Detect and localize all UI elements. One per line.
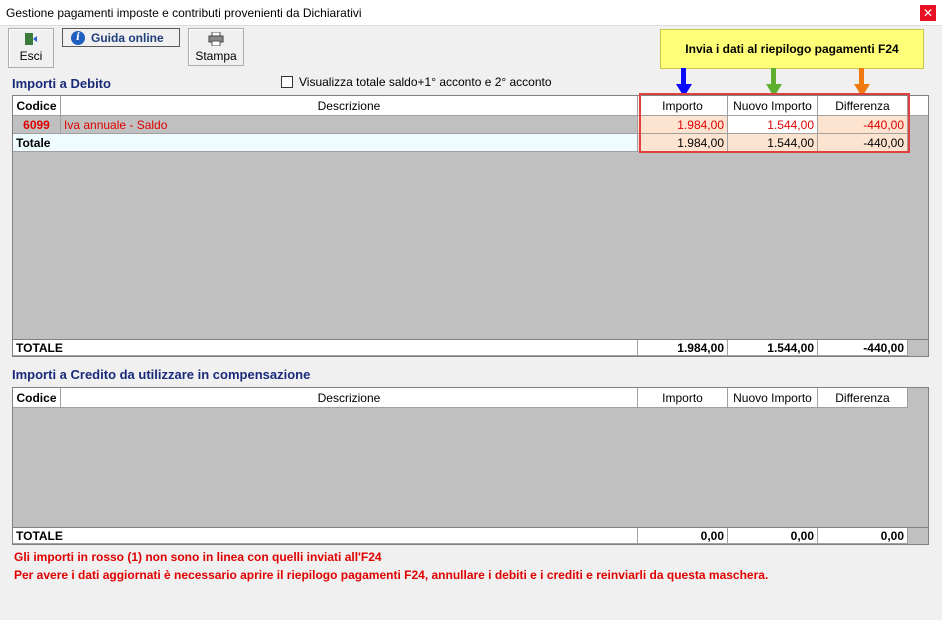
close-icon[interactable]: ✕ (920, 5, 936, 21)
credit-total-amount: 0,00 (638, 528, 728, 544)
row-code: 6099 (13, 116, 61, 134)
show-totals-checkbox[interactable] (281, 76, 293, 88)
subtotal-label: Totale (13, 134, 638, 152)
exit-button[interactable]: Esci (8, 28, 54, 68)
credit-section-title: Importi a Credito da utilizzare in compe… (12, 367, 311, 382)
print-button[interactable]: Stampa (188, 28, 244, 66)
print-label: Stampa (195, 49, 237, 63)
title-bar: Gestione pagamenti imposte e contributi … (0, 0, 942, 26)
footer-filler (908, 340, 928, 356)
row-description: Iva annuale - Saldo (61, 116, 638, 134)
send-to-f24-button[interactable]: Invia i dati al riepilogo pagamenti F24 (660, 29, 924, 69)
highlight-frame (639, 93, 910, 153)
note-line-2: Per avere i dati aggiornati è necessario… (14, 568, 769, 582)
credit-total-bar: TOTALE 0,00 0,00 0,00 (12, 527, 929, 545)
credit-col-header-code[interactable]: Codice (13, 388, 61, 408)
col-header-code[interactable]: Codice (13, 96, 61, 116)
credit-total-difference: 0,00 (818, 528, 908, 544)
credit-total-new-amount: 0,00 (728, 528, 818, 544)
credit-footer-filler (908, 528, 928, 544)
credit-total-label: TOTALE (13, 528, 638, 544)
credit-col-header-difference[interactable]: Differenza (818, 388, 908, 408)
debit-total-label: TOTALE (13, 340, 638, 356)
info-icon: i (71, 30, 85, 45)
window-title: Gestione pagamenti imposte e contributi … (6, 6, 362, 20)
debit-total-difference: -440,00 (818, 340, 908, 356)
printer-icon (189, 31, 243, 49)
show-totals-label: Visualizza totale saldo+1° acconto e 2° … (299, 75, 552, 89)
credit-grid: Codice Descrizione Importo Nuovo Importo… (12, 387, 929, 528)
online-guide-label: Guida online (91, 30, 164, 45)
debit-total-bar: TOTALE 1.984,00 1.544,00 -440,00 (12, 339, 929, 357)
credit-col-header-amount[interactable]: Importo (638, 388, 728, 408)
exit-label: Esci (19, 49, 43, 63)
credit-col-header-new-amount[interactable]: Nuovo Importo (728, 388, 818, 408)
note-line-1: Gli importi in rosso (1) non sono in lin… (14, 550, 382, 564)
exit-door-icon (9, 32, 53, 49)
col-header-description[interactable]: Descrizione (61, 96, 638, 116)
debit-total-amount: 1.984,00 (638, 340, 728, 356)
debit-total-new-amount: 1.544,00 (728, 340, 818, 356)
debit-section-title: Importi a Debito (12, 76, 111, 91)
credit-col-header-description[interactable]: Descrizione (61, 388, 638, 408)
online-guide-button[interactable]: i Guida online (62, 28, 180, 47)
header-filler (908, 96, 928, 116)
send-to-f24-label: Invia i dati al riepilogo pagamenti F24 (685, 42, 899, 56)
